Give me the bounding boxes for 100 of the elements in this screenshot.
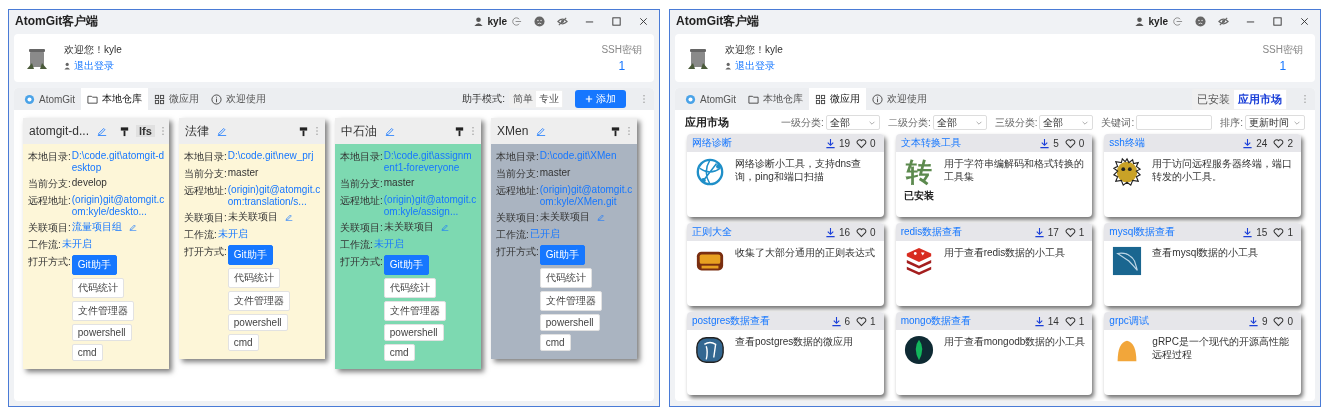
app-card[interactable]: grpc调试 9 0 gRPC是一个现代的开源高性能远程过程: [1104, 312, 1301, 395]
field-link[interactable]: D:\code.git\new_prj: [227, 150, 314, 162]
open-with-button[interactable]: 代码统计: [71, 278, 124, 298]
open-with-button[interactable]: 代码统计: [539, 268, 592, 288]
pencil-icon[interactable]: [128, 223, 137, 231]
heart-icon[interactable]: [856, 137, 868, 149]
app-card[interactable]: 正则大全 16 0 收集了大部分通用的正则表达式: [687, 223, 884, 306]
brush-icon[interactable]: [119, 125, 131, 137]
logout-link[interactable]: 退出登录: [64, 59, 122, 73]
folder-icon: [87, 93, 99, 105]
filter-dropdown[interactable]: 更新时间: [1245, 115, 1305, 130]
maximize-icon[interactable]: [611, 15, 622, 27]
pencil-icon[interactable]: [217, 126, 227, 136]
eye-off-icon[interactable]: [557, 15, 568, 27]
app-name[interactable]: 正则大全: [692, 225, 732, 239]
emoji-icon[interactable]: [534, 15, 545, 27]
open-with-button[interactable]: 文件管理器: [383, 301, 446, 321]
tab[interactable]: 本地仓库: [81, 88, 149, 110]
app-card[interactable]: 网络诊断 19 0 网络诊断小工具，支持dns查询，ping和端口扫描: [687, 134, 884, 217]
like-count: 2: [1287, 137, 1293, 149]
filter-dropdown[interactable]: 全部: [1039, 115, 1094, 130]
heart-icon[interactable]: [1273, 137, 1285, 149]
field-link[interactable]: D:\code.git\atomgit-desktop: [71, 150, 165, 174]
open-with-button[interactable]: cmd: [227, 334, 259, 351]
heart-icon[interactable]: [1064, 315, 1076, 327]
close-icon[interactable]: [638, 15, 649, 27]
pencil-icon[interactable]: [536, 126, 547, 136]
info-icon: [211, 93, 223, 105]
filter-label: 关键词:: [1101, 115, 1135, 130]
app-card[interactable]: ssh终端 24 2 用于访问远程服务器终端，端口转发的小工具。: [1104, 134, 1301, 217]
open-with-button[interactable]: Git助手: [227, 245, 273, 265]
open-with-button[interactable]: powershell: [539, 314, 600, 331]
pencil-icon[interactable]: [97, 126, 108, 136]
heart-icon[interactable]: [856, 226, 868, 238]
logout-icon[interactable]: [511, 15, 522, 27]
open-with-button[interactable]: powershell: [71, 324, 132, 341]
window-title: AtomGit客户端: [15, 12, 99, 30]
field-link[interactable]: 未开启: [61, 238, 92, 250]
pencil-icon[interactable]: [385, 126, 395, 136]
open-with-button[interactable]: 文件管理器: [539, 291, 602, 311]
download-icon: [1033, 315, 1045, 327]
field-link[interactable]: 流量项目组: [71, 221, 122, 233]
close-icon[interactable]: [1299, 15, 1310, 27]
field-link[interactable]: (origin)git@atomgit.com:kyle/deskto...: [71, 194, 165, 218]
logout-icon[interactable]: [1172, 15, 1183, 27]
mode-option[interactable]: 简单: [510, 91, 536, 107]
download-count: 15: [1256, 226, 1268, 238]
view-option[interactable]: 应用市场: [1234, 89, 1286, 109]
download-icon: [1242, 137, 1254, 149]
filter-dropdown[interactable]: 全部: [932, 115, 987, 130]
mode-option[interactable]: 专业: [536, 91, 562, 107]
open-with-button[interactable]: Git助手: [383, 255, 429, 275]
open-with-button[interactable]: cmd: [539, 334, 571, 351]
add-button[interactable]: 添加: [575, 90, 626, 108]
open-with-button[interactable]: Git助手: [71, 255, 117, 275]
filter-dropdown[interactable]: 全部: [825, 115, 880, 130]
keyword-field[interactable]: [1136, 115, 1213, 130]
ssh-key-count[interactable]: 1: [1279, 59, 1287, 73]
brush-icon[interactable]: [454, 125, 465, 137]
app-card[interactable]: mysql数据查看 15 1 查看mysql数据的小工具: [1104, 223, 1301, 306]
download-icon: [1033, 226, 1045, 238]
app-card[interactable]: postgres数据查看 6 1 查看postgres数据的微应用: [687, 312, 884, 395]
logout-link[interactable]: 退出登录: [725, 59, 783, 73]
app-card[interactable]: mongo数据查看 14 1 用于查看mongodb数据的小工具: [895, 312, 1093, 395]
field-value: develop: [71, 177, 107, 189]
open-with-button[interactable]: Git助手: [539, 245, 585, 265]
open-with-button[interactable]: 代码统计: [383, 278, 436, 298]
maximize-icon[interactable]: [1272, 15, 1283, 27]
app-name[interactable]: 文本转换工具: [900, 136, 961, 150]
app-card[interactable]: redis数据查看 17 1 用于查看redis数据的小工具: [895, 223, 1093, 306]
heart-icon[interactable]: [1273, 226, 1285, 238]
eye-off-icon[interactable]: [1218, 15, 1229, 27]
app-card[interactable]: 文本转换工具 5 0 转 已安装 用于字符串编解码和格式转换的工具集: [895, 134, 1093, 217]
app-name[interactable]: grpc调试: [1109, 314, 1149, 328]
field-link[interactable]: 未开启: [217, 228, 248, 240]
heart-icon[interactable]: [1064, 137, 1076, 149]
greeting-text: 欢迎您！kyle: [64, 43, 122, 57]
like-count: 1: [1078, 315, 1085, 327]
pencil-icon[interactable]: [284, 213, 293, 221]
open-with-button[interactable]: powershell: [383, 324, 444, 341]
brush-icon[interactable]: [298, 125, 309, 137]
open-with-button[interactable]: 文件管理器: [227, 291, 290, 311]
field-label: 当前分支:: [340, 177, 383, 191]
heart-icon[interactable]: [856, 315, 868, 327]
ssh-key-count[interactable]: 1: [618, 59, 626, 73]
heart-icon[interactable]: [1064, 226, 1076, 238]
open-with-button[interactable]: powershell: [227, 314, 288, 331]
tab[interactable]: 微应用: [809, 88, 867, 110]
open-with-button[interactable]: cmd: [71, 344, 103, 361]
view-option[interactable]: 已安装: [1193, 89, 1234, 109]
field-label: 当前分支:: [184, 167, 227, 181]
brush-icon[interactable]: [610, 125, 621, 137]
emoji-icon[interactable]: [1195, 15, 1206, 27]
open-with-button[interactable]: cmd: [383, 344, 415, 361]
open-with-button[interactable]: 代码统计: [227, 268, 280, 288]
field-label: 本地目录:: [340, 150, 383, 164]
section-title: 应用市场: [685, 115, 729, 130]
heart-icon[interactable]: [1273, 315, 1285, 327]
open-with-button[interactable]: 文件管理器: [71, 301, 134, 321]
field-link[interactable]: (origin)git@atomgit.com:translation/s...: [227, 184, 321, 208]
